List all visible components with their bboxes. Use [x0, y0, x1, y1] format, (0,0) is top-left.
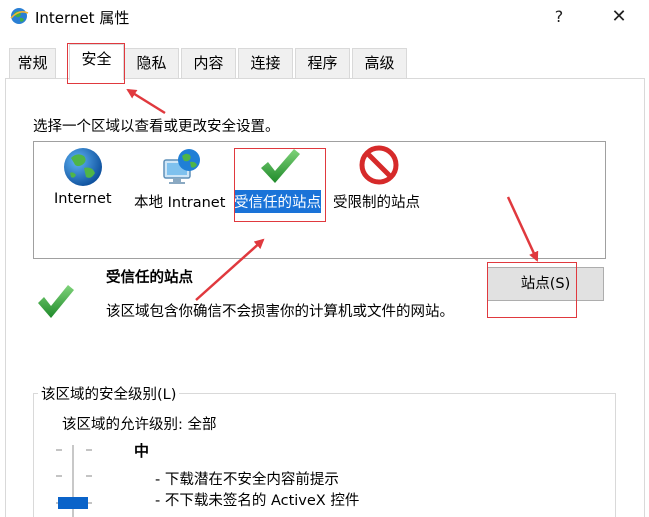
security-level-slider-thumb[interactable]: [58, 497, 88, 509]
tab-connections[interactable]: 连接: [238, 48, 293, 78]
security-level-detail: - 不下载未签名的 ActiveX 控件: [155, 493, 360, 509]
tab-programs[interactable]: 程序: [295, 48, 350, 78]
annotation-box-sites-button: [487, 262, 577, 318]
zone-label-restricted-sites[interactable]: 受限制的站点: [333, 191, 420, 212]
tab-general[interactable]: 常规: [9, 48, 56, 78]
title-bar: Internet 属性 ? ✕: [0, 0, 649, 34]
allowed-level-text: 该区域的允许级别: 全部: [62, 417, 217, 433]
tab-privacy[interactable]: 隐私: [124, 48, 179, 78]
intranet-icon[interactable]: [160, 146, 204, 188]
tab-content[interactable]: 内容: [181, 48, 236, 78]
globe-icon[interactable]: [62, 146, 104, 188]
help-button[interactable]: ?: [540, 0, 578, 34]
trusted-checkmark-icon-large: [36, 282, 76, 322]
security-level-name: 中: [134, 442, 150, 460]
tab-advanced[interactable]: 高级: [352, 48, 407, 78]
annotation-box-security-tab: [67, 43, 125, 84]
security-level-detail: - 下载潜在不安全内容前提示: [155, 472, 339, 488]
zone-instruction: 选择一个区域以查看或更改安全设置。: [33, 119, 280, 135]
window-title: Internet 属性: [35, 9, 130, 27]
internet-properties-window: Internet 属性 ? ✕ 常规 安全 隐私 内容 连接 程序 高级 选择一…: [0, 0, 649, 517]
restricted-icon[interactable]: [359, 145, 399, 185]
zone-label-local-intranet[interactable]: 本地 Intranet: [134, 191, 225, 212]
selected-zone-description: 该区域包含你确信不会损害你的计算机或文件的网站。: [106, 304, 454, 320]
annotation-box-trusted-sites: [234, 148, 326, 222]
security-level-group-label: 该区域的安全级别(L): [38, 383, 180, 404]
selected-zone-title: 受信任的站点: [106, 270, 193, 286]
zone-label-internet[interactable]: Internet: [54, 191, 112, 207]
internet-options-icon: [9, 6, 29, 26]
close-button[interactable]: ✕: [600, 0, 638, 34]
